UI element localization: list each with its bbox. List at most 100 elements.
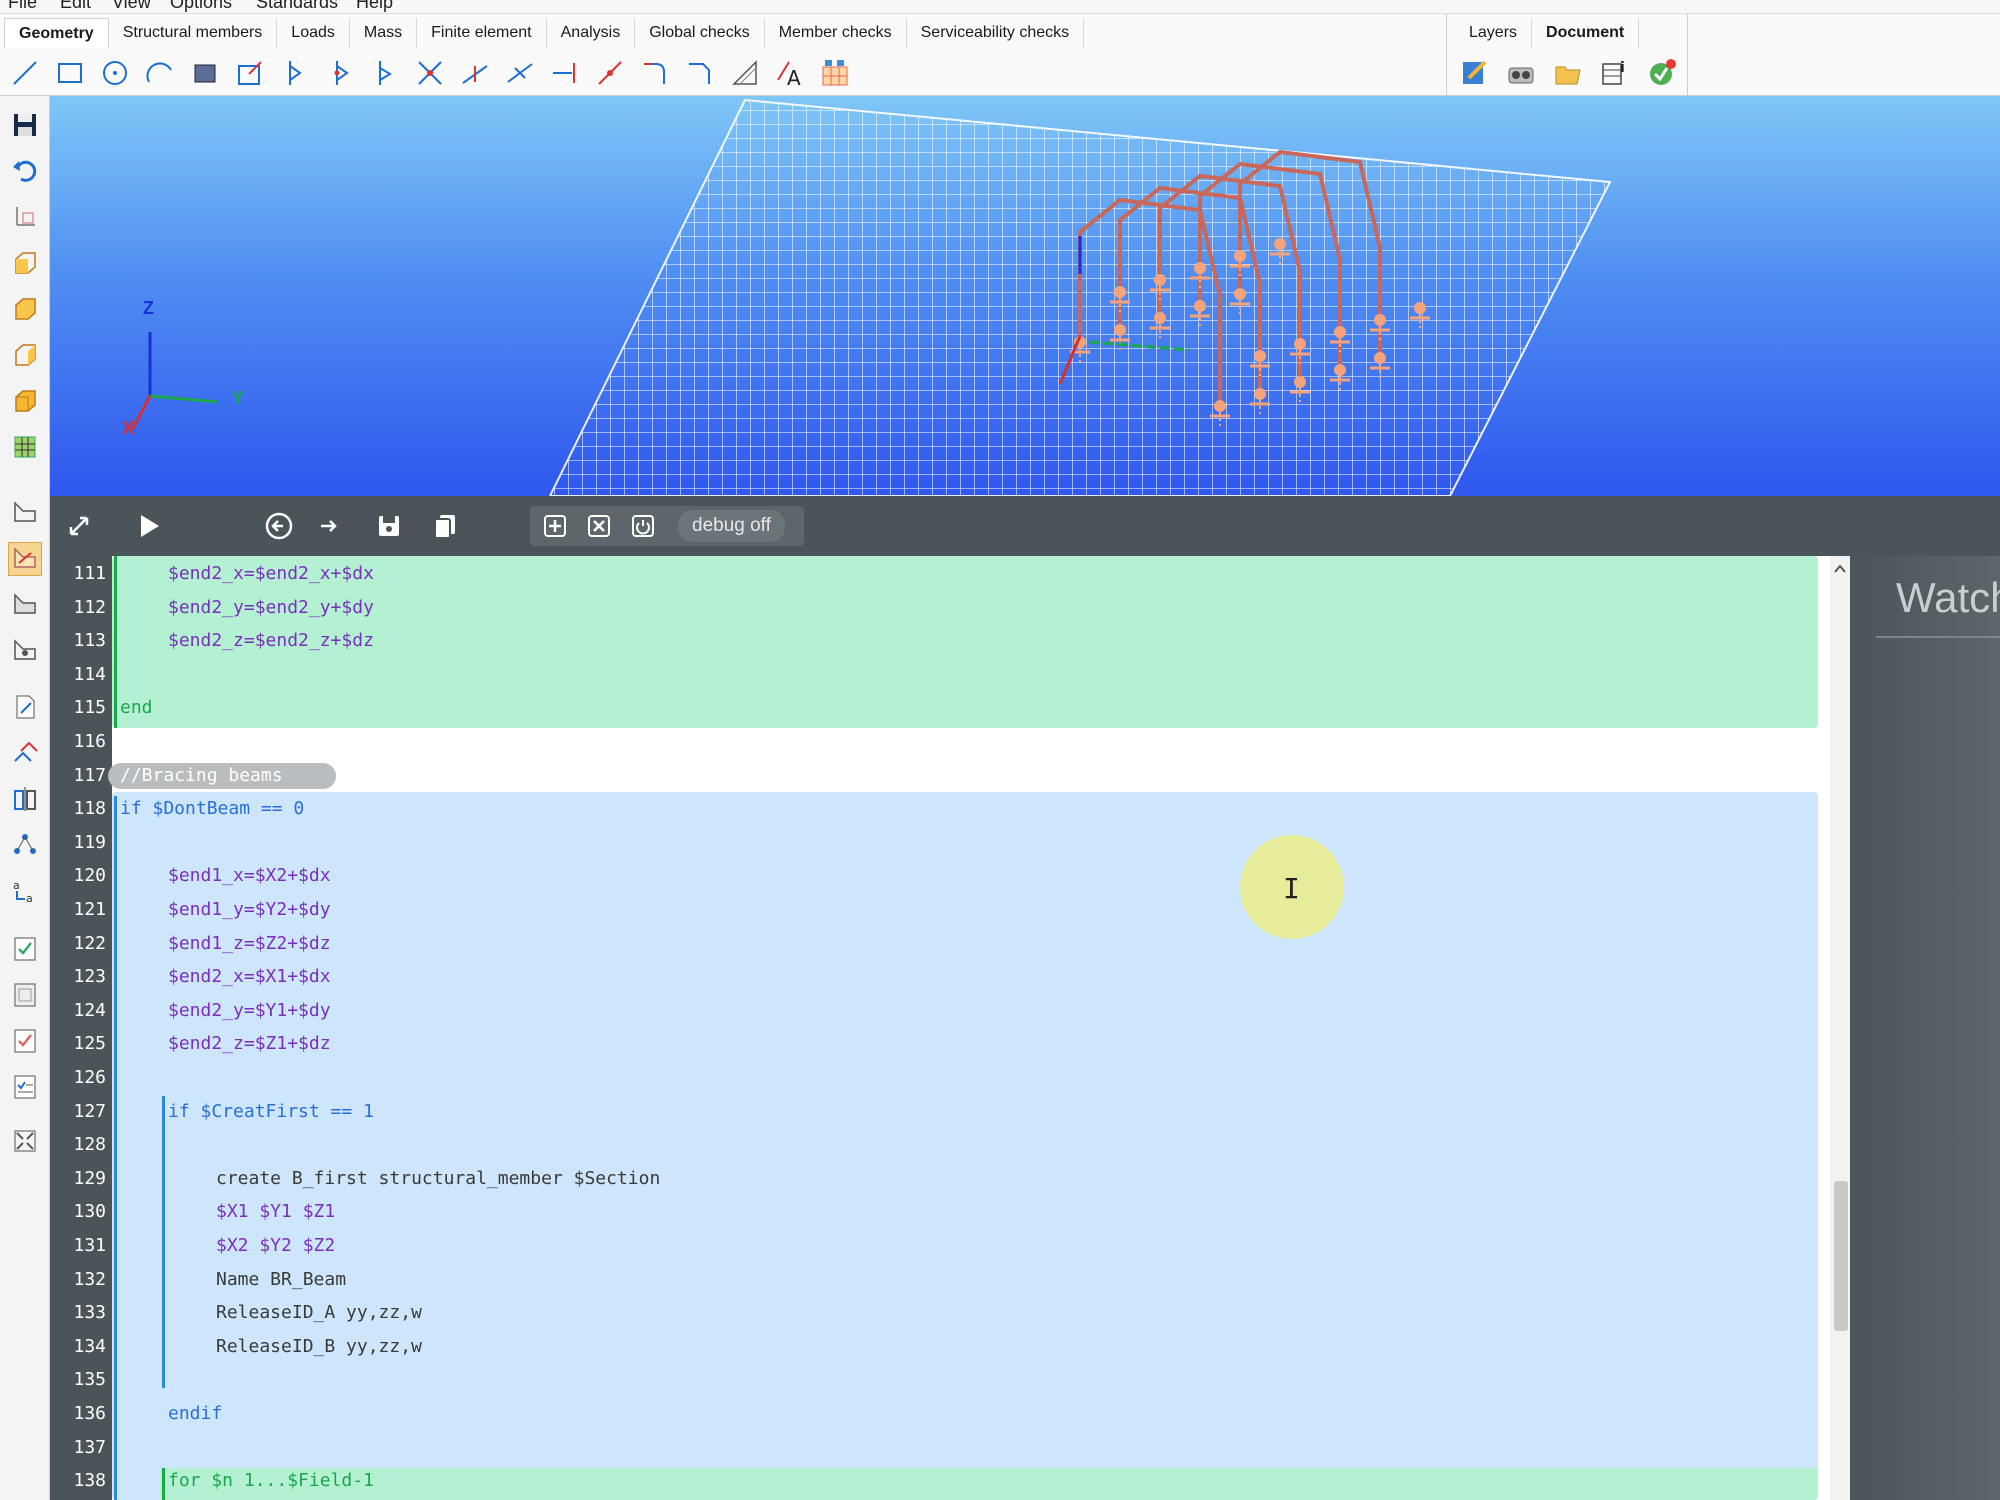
- tab-global-checks[interactable]: Global checks: [635, 18, 765, 48]
- scrollbar-thumb[interactable]: [1834, 1181, 1848, 1331]
- shape-tool-2-icon[interactable]: [8, 634, 42, 668]
- text-tool-icon[interactable]: A: [771, 54, 809, 92]
- menu-edit[interactable]: Edit: [60, 0, 91, 13]
- menu-options[interactable]: Options: [170, 0, 232, 13]
- view-front-icon[interactable]: [8, 246, 42, 280]
- block-bar-blue: [114, 796, 117, 1500]
- mirror-icon[interactable]: [8, 782, 42, 816]
- save-script-icon[interactable]: [372, 509, 406, 543]
- report-info-icon[interactable]: i: [1596, 54, 1634, 92]
- new-script-icon[interactable]: [8, 496, 42, 530]
- line-number: 112: [73, 596, 106, 618]
- code-area[interactable]: $end2_x=$end2_x+$dx $end2_y=$end2_y+$dy $e…: [108, 556, 1850, 1500]
- split-tool-icon[interactable]: [456, 54, 494, 92]
- editor-scrollbar[interactable]: [1830, 556, 1850, 1500]
- open-folder-icon[interactable]: [1549, 54, 1587, 92]
- axis-settings-icon[interactable]: [8, 200, 42, 234]
- text-cursor-icon: I: [1283, 872, 1300, 905]
- axis-y-line: [149, 394, 219, 404]
- tab-finite-element[interactable]: Finite element: [417, 18, 547, 48]
- tab-geometry[interactable]: Geometry: [4, 18, 109, 48]
- scroll-up-icon[interactable]: [1833, 562, 1847, 576]
- expand-icon[interactable]: [62, 509, 96, 543]
- tab-analysis[interactable]: Analysis: [547, 18, 636, 48]
- 3d-viewport[interactable]: Z Y X: [50, 96, 2000, 496]
- view-top-icon[interactable]: [8, 292, 42, 326]
- line-number: 125: [73, 1033, 106, 1055]
- line-number: 116: [73, 731, 106, 752]
- view-3d-icon[interactable]: [8, 384, 42, 418]
- line-number: 114: [73, 663, 106, 685]
- grid-tool-icon[interactable]: [816, 54, 854, 92]
- menu-bar: File Edit View Options Standards Help: [0, 0, 2000, 14]
- view-side-icon[interactable]: [8, 338, 42, 372]
- tab-structural-members[interactable]: Structural members: [109, 18, 278, 48]
- chamfer-tool-icon[interactable]: [681, 54, 719, 92]
- divide-tool-icon[interactable]: [501, 54, 539, 92]
- check-list-3-icon[interactable]: [8, 1024, 42, 1058]
- extend-tool-icon[interactable]: [546, 54, 584, 92]
- rename-icon[interactable]: aa: [8, 874, 42, 908]
- line-number: 130: [73, 1201, 106, 1223]
- intersect-tool-icon[interactable]: [411, 54, 449, 92]
- line-number: 111: [73, 563, 106, 584]
- node-tool-2-icon[interactable]: [321, 54, 359, 92]
- remove-breakpoint-icon[interactable]: [582, 509, 616, 543]
- camera-icon[interactable]: [1502, 54, 1540, 92]
- code-line: $X2 $Y2 $Z2: [216, 1235, 336, 1256]
- debug-toggle[interactable]: debug off: [678, 510, 785, 542]
- tab-serviceability-checks[interactable]: Serviceability checks: [907, 18, 1085, 48]
- mesh-view-icon[interactable]: [8, 430, 42, 464]
- tab-member-checks[interactable]: Member checks: [765, 18, 907, 48]
- shape-tool-1-icon[interactable]: [8, 588, 42, 622]
- circle-tool-icon[interactable]: [96, 54, 134, 92]
- back-icon[interactable]: [262, 509, 296, 543]
- line-number: 113: [73, 630, 106, 652]
- script-editor-icon[interactable]: [8, 542, 42, 576]
- save-icon[interactable]: [8, 108, 42, 142]
- scale-tool-icon[interactable]: [231, 54, 269, 92]
- code-line: for $n 1...$Field-1: [168, 1470, 374, 1492]
- check-list-4-icon[interactable]: [8, 1070, 42, 1104]
- power-debug-icon[interactable]: [626, 509, 660, 543]
- fillet-tool-icon[interactable]: [636, 54, 674, 92]
- tab-document[interactable]: Document: [1532, 18, 1640, 48]
- fullscreen-icon[interactable]: [8, 1124, 42, 1158]
- forward-icon[interactable]: [312, 509, 346, 543]
- line-tool-icon[interactable]: [6, 54, 44, 92]
- block-bar-inner-if: [162, 1096, 165, 1388]
- document-edit-icon[interactable]: [8, 690, 42, 724]
- line-number: 135: [73, 1369, 106, 1391]
- line-number: 137: [73, 1436, 106, 1458]
- code-line: endif: [168, 1403, 223, 1424]
- check-list-1-icon[interactable]: [8, 932, 42, 966]
- angle-tool-icon[interactable]: [726, 54, 764, 92]
- node-tool-3-icon[interactable]: [366, 54, 404, 92]
- copy-script-icon[interactable]: [428, 509, 462, 543]
- ribbon: Geometry Structural members Loads Mass F…: [0, 14, 2000, 96]
- menu-standards[interactable]: Standards: [256, 0, 338, 13]
- menu-view[interactable]: View: [112, 0, 151, 13]
- menu-file[interactable]: File: [8, 0, 37, 13]
- polygon-tool-icon[interactable]: [186, 54, 224, 92]
- add-breakpoint-icon[interactable]: [538, 509, 572, 543]
- run-icon[interactable]: [132, 509, 166, 543]
- tab-mass[interactable]: Mass: [350, 18, 418, 48]
- node-tool-1-icon[interactable]: [276, 54, 314, 92]
- arc-tool-icon[interactable]: [141, 54, 179, 92]
- rectangle-tool-icon[interactable]: [51, 54, 89, 92]
- tab-layers[interactable]: Layers: [1455, 18, 1533, 48]
- undo-icon[interactable]: [8, 154, 42, 188]
- edit-document-icon[interactable]: [1455, 54, 1493, 92]
- menu-help[interactable]: Help: [356, 0, 393, 13]
- copy-member-icon[interactable]: [8, 736, 42, 770]
- connect-nodes-icon[interactable]: [8, 828, 42, 862]
- svg-text:a: a: [26, 892, 33, 905]
- watch-divider: [1876, 636, 2000, 638]
- point-on-line-icon[interactable]: [591, 54, 629, 92]
- check-list-2-icon[interactable]: [8, 978, 42, 1012]
- update-check-icon[interactable]: [1643, 54, 1681, 92]
- code-editor[interactable]: 111 112 113 114 115 116 117 118 119 120 121 122 123 1…: [50, 556, 1850, 1500]
- model-canvas[interactable]: [50, 96, 2000, 496]
- tab-loads[interactable]: Loads: [277, 18, 350, 48]
